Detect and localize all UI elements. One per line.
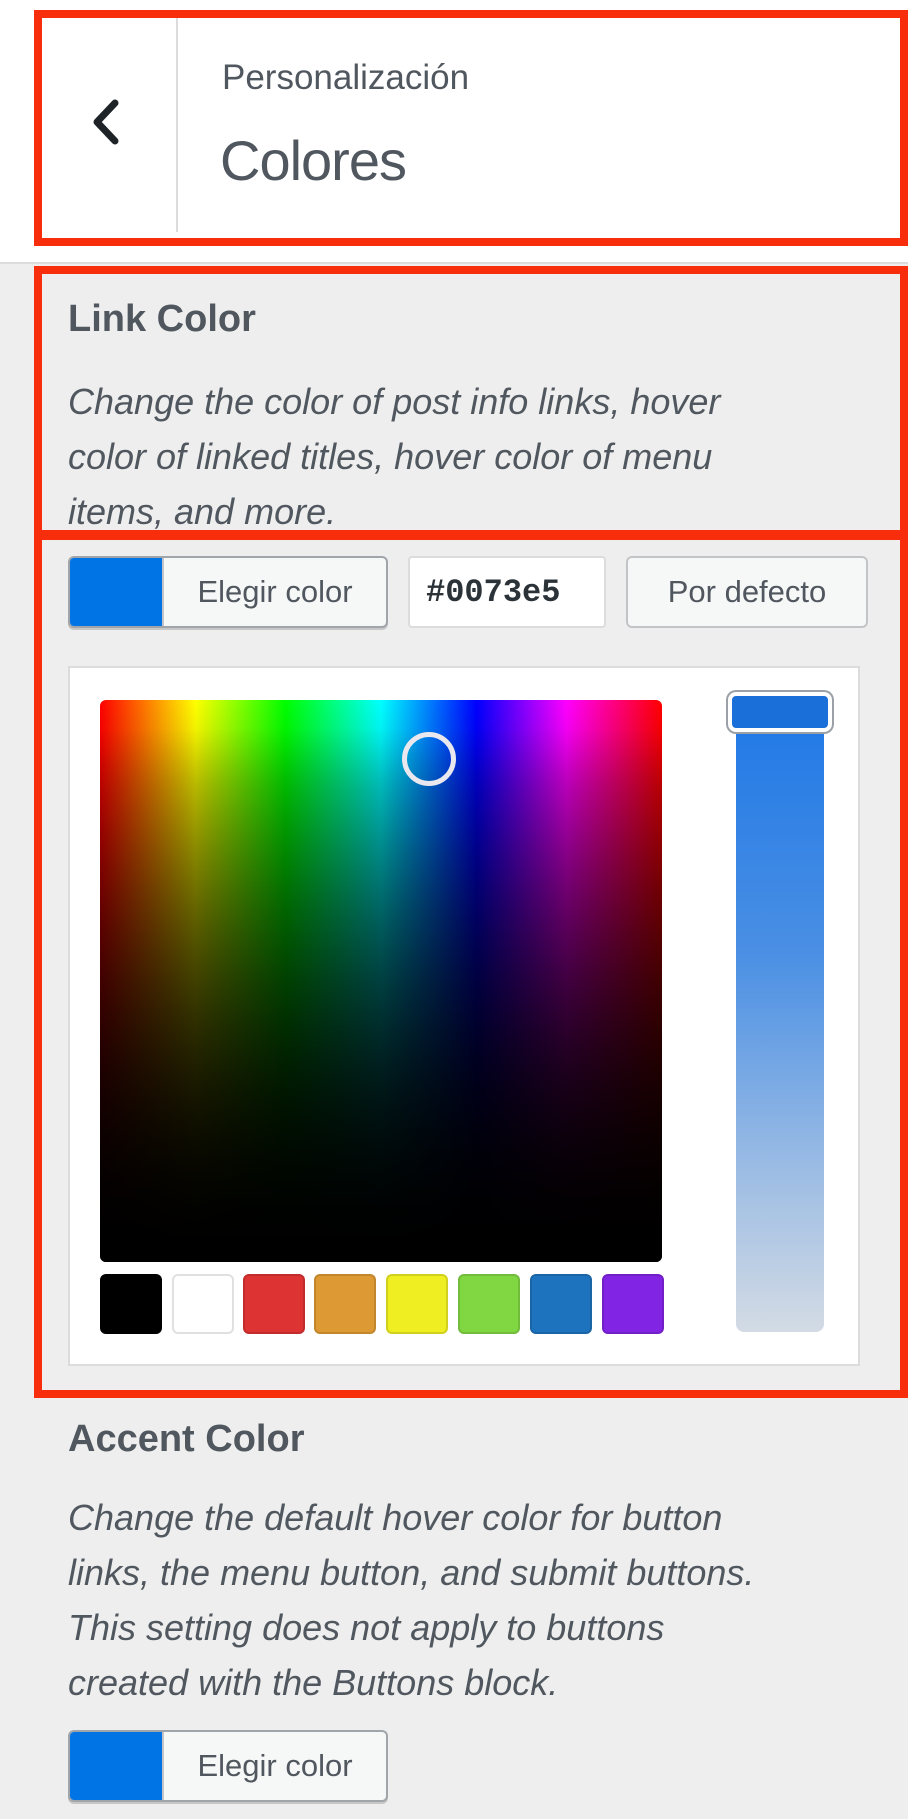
saturation-square[interactable] [100,700,662,1262]
color-picker-handle[interactable] [402,732,456,786]
choose-color-label: Elegir color [162,558,386,626]
palette-swatch-black[interactable] [100,1274,162,1334]
link-color-description: Change the color of post info links, hov… [68,381,721,532]
breadcrumb: Personalización [222,58,470,97]
choose-color-label: Elegir color [162,1732,386,1800]
chevron-left-icon [93,99,119,145]
accent-color-swatch [70,1732,162,1800]
palette-swatch-purple[interactable] [602,1274,664,1334]
palette-swatch-green[interactable] [458,1274,520,1334]
customizer-header: Personalización Colores [0,0,908,264]
accent-color-choose-button[interactable]: Elegir color [68,1730,388,1802]
palette-swatch-orange[interactable] [314,1274,376,1334]
palette-swatch-white[interactable] [172,1274,234,1334]
lightness-slider[interactable] [736,700,824,1332]
default-button[interactable]: Por defecto [626,556,868,628]
back-button[interactable] [36,12,178,232]
link-color-title: Link Color [68,298,256,340]
link-color-swatch [70,558,162,626]
palette-swatch-blue[interactable] [530,1274,592,1334]
hex-color-input[interactable] [408,556,606,628]
accent-color-description: Change the default hover color for butto… [68,1497,755,1703]
palette-swatch-red[interactable] [243,1274,305,1334]
slider-handle[interactable] [728,692,832,732]
accent-color-title: Accent Color [68,1418,305,1460]
page-title: Colores [220,129,407,192]
link-color-choose-button[interactable]: Elegir color [68,556,388,628]
palette-swatch-yellow[interactable] [386,1274,448,1334]
